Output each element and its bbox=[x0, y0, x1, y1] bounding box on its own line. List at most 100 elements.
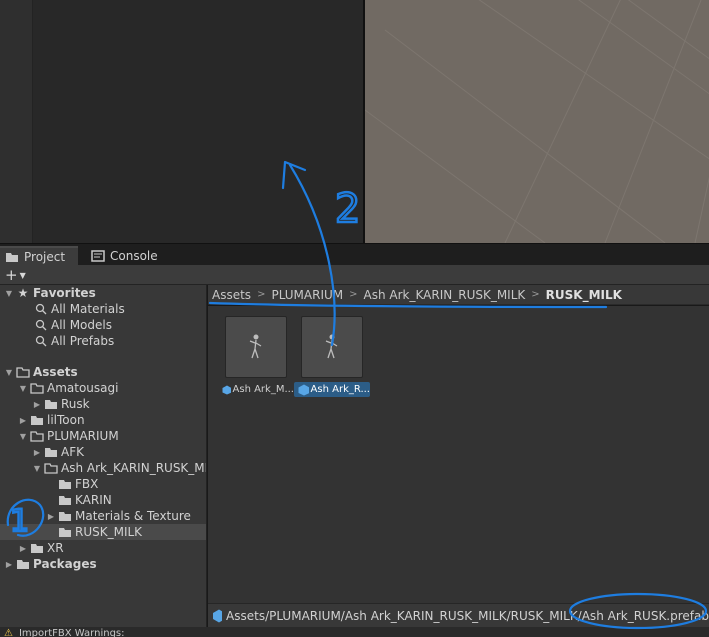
expand-arrow-icon[interactable]: ▶ bbox=[32, 400, 42, 409]
avatar-figure-icon bbox=[325, 334, 338, 359]
expand-arrow-icon[interactable]: ▶ bbox=[46, 512, 56, 521]
tree-item-fbx[interactable]: FBX bbox=[0, 476, 206, 492]
folder-open-icon bbox=[30, 430, 44, 442]
breadcrumb-item-current[interactable]: RUSK_MILK bbox=[546, 288, 622, 302]
star-icon: ★ bbox=[17, 286, 29, 300]
breadcrumb-item-ash-ark[interactable]: Ash Ark_KARIN_RUSK_MILK bbox=[364, 288, 526, 302]
tree-item-all-materials[interactable]: All Materials bbox=[0, 301, 206, 317]
asset-path-bar: Assets/PLUMARIUM/Ash Ark_KARIN_RUSK_MILK… bbox=[208, 603, 709, 627]
tree-item-xr[interactable]: ▶ XR bbox=[0, 540, 206, 556]
breadcrumb-item-assets[interactable]: Assets bbox=[212, 288, 251, 302]
tree-item-all-prefabs[interactable]: All Prefabs bbox=[0, 333, 206, 349]
tree-item-amatousagi[interactable]: ▼ Amatousagi bbox=[0, 380, 206, 396]
expand-arrow-icon[interactable]: ▼ bbox=[4, 289, 14, 298]
tree-item-materials-texture[interactable]: ▶ Materials & Texture bbox=[0, 508, 206, 524]
folder-icon bbox=[44, 398, 58, 410]
folder-icon bbox=[58, 526, 72, 538]
chevron-right-icon: > bbox=[531, 289, 540, 300]
expand-arrow-icon[interactable]: ▼ bbox=[18, 384, 28, 393]
tree-item-label: All Prefabs bbox=[51, 334, 115, 348]
status-bar[interactable]: ⚠ ImportFBX Warnings: bbox=[0, 627, 709, 637]
folder-icon bbox=[58, 494, 72, 506]
scene-grid bbox=[365, 0, 709, 243]
expand-arrow-icon[interactable]: ▶ bbox=[18, 416, 28, 425]
asset-label-text: Ash Ark_M... bbox=[232, 384, 294, 395]
asset-path-text: Assets/PLUMARIUM/Ash Ark_KARIN_RUSK_MILK… bbox=[226, 608, 709, 623]
folder-icon bbox=[44, 446, 58, 458]
avatar-figure-icon bbox=[249, 334, 262, 359]
tree-item-karin[interactable]: KARIN bbox=[0, 492, 206, 508]
tree-item-label: KARIN bbox=[75, 493, 112, 507]
tree-item-rusk[interactable]: ▶ Rusk bbox=[0, 396, 206, 412]
breadcrumb-item-plumarium[interactable]: PLUMARIUM bbox=[271, 288, 343, 302]
project-tree: ▼ ★ Favorites All Materials All Models A… bbox=[0, 285, 207, 627]
expand-arrow-icon[interactable]: ▶ bbox=[32, 448, 42, 457]
folder-open-icon bbox=[44, 462, 58, 474]
tree-item-label: PLUMARIUM bbox=[47, 429, 119, 443]
chevron-down-icon: ▼ bbox=[19, 271, 26, 280]
tab-project[interactable]: Project bbox=[0, 246, 78, 266]
hierarchy-strip bbox=[0, 0, 33, 243]
expand-arrow-icon[interactable]: ▶ bbox=[4, 560, 14, 569]
tree-favorites-label: Favorites bbox=[33, 286, 96, 300]
tree-item-label: FBX bbox=[75, 477, 99, 491]
warning-icon: ⚠ bbox=[4, 628, 13, 637]
asset-item[interactable]: Ash Ark_M... bbox=[218, 316, 294, 396]
chevron-right-icon: > bbox=[349, 289, 358, 300]
expand-arrow-icon[interactable]: ▼ bbox=[18, 432, 28, 441]
tab-console-label: Console bbox=[110, 249, 158, 263]
folder-icon bbox=[16, 558, 30, 570]
expand-arrow-icon[interactable]: ▼ bbox=[32, 464, 42, 473]
tree-packages-label: Packages bbox=[33, 557, 97, 571]
tree-item-label: Materials & Texture bbox=[75, 509, 191, 523]
prefab-cube-icon bbox=[298, 384, 309, 395]
asset-grid: Ash Ark_M... Ash Ark_R... bbox=[208, 306, 709, 603]
chevron-right-icon: > bbox=[257, 289, 266, 300]
search-icon bbox=[34, 319, 48, 331]
asset-thumbnail[interactable] bbox=[301, 316, 363, 378]
asset-item-selected[interactable]: Ash Ark_R... bbox=[294, 316, 370, 397]
expand-arrow-icon[interactable]: ▼ bbox=[4, 368, 14, 377]
folder-open-icon bbox=[16, 366, 30, 378]
search-icon bbox=[34, 335, 48, 347]
hierarchy-panel bbox=[0, 0, 363, 243]
tree-item-label: AFK bbox=[61, 445, 84, 459]
tree-packages[interactable]: ▶ Packages bbox=[0, 556, 206, 572]
panel-tab-bar: Project Console bbox=[0, 243, 709, 266]
folder-icon bbox=[58, 510, 72, 522]
tree-item-label: XR bbox=[47, 541, 64, 555]
add-asset-button[interactable]: + ▼ bbox=[5, 265, 33, 284]
tree-favorites[interactable]: ▼ ★ Favorites bbox=[0, 285, 206, 301]
asset-label[interactable]: Ash Ark_M... bbox=[218, 382, 294, 397]
tree-assets[interactable]: ▼ Assets bbox=[0, 364, 206, 380]
project-toolbar: + ▼ bbox=[0, 265, 709, 285]
console-icon bbox=[91, 250, 105, 262]
tree-item-label: lilToon bbox=[47, 413, 85, 427]
tree-item-label: Ash Ark_KARIN_RUSK_MILK bbox=[61, 461, 207, 475]
folder-icon bbox=[30, 414, 44, 426]
tree-item-label: RUSK_MILK bbox=[75, 525, 143, 539]
folder-icon bbox=[58, 478, 72, 490]
tree-item-label: Amatousagi bbox=[47, 381, 119, 395]
scene-view[interactable] bbox=[363, 0, 709, 243]
tab-project-label: Project bbox=[24, 250, 66, 264]
breadcrumb: Assets > PLUMARIUM > Ash Ark_KARIN_RUSK_… bbox=[208, 285, 709, 305]
folder-open-icon bbox=[30, 382, 44, 394]
asset-label[interactable]: Ash Ark_R... bbox=[294, 382, 370, 397]
tab-console[interactable]: Console bbox=[86, 246, 166, 266]
tree-item-ash-ark-karin-rusk-milk[interactable]: ▼ Ash Ark_KARIN_RUSK_MILK bbox=[0, 460, 207, 476]
prefab-cube-icon bbox=[222, 385, 231, 394]
asset-thumbnail[interactable] bbox=[225, 316, 287, 378]
status-message: ImportFBX Warnings: bbox=[18, 628, 125, 637]
tree-item-all-models[interactable]: All Models bbox=[0, 317, 206, 333]
plus-icon: + bbox=[5, 265, 18, 284]
tree-item-rusk-milk[interactable]: RUSK_MILK bbox=[0, 524, 206, 540]
tree-item-liltoon[interactable]: ▶ lilToon bbox=[0, 412, 206, 428]
search-icon bbox=[34, 303, 48, 315]
tree-item-label: All Materials bbox=[51, 302, 125, 316]
prefab-cube-icon bbox=[213, 609, 223, 622]
expand-arrow-icon[interactable]: ▶ bbox=[18, 544, 28, 553]
asset-label-text: Ash Ark_R... bbox=[310, 384, 370, 395]
tree-item-afk[interactable]: ▶ AFK bbox=[0, 444, 206, 460]
tree-item-plumarium[interactable]: ▼ PLUMARIUM bbox=[0, 428, 206, 444]
